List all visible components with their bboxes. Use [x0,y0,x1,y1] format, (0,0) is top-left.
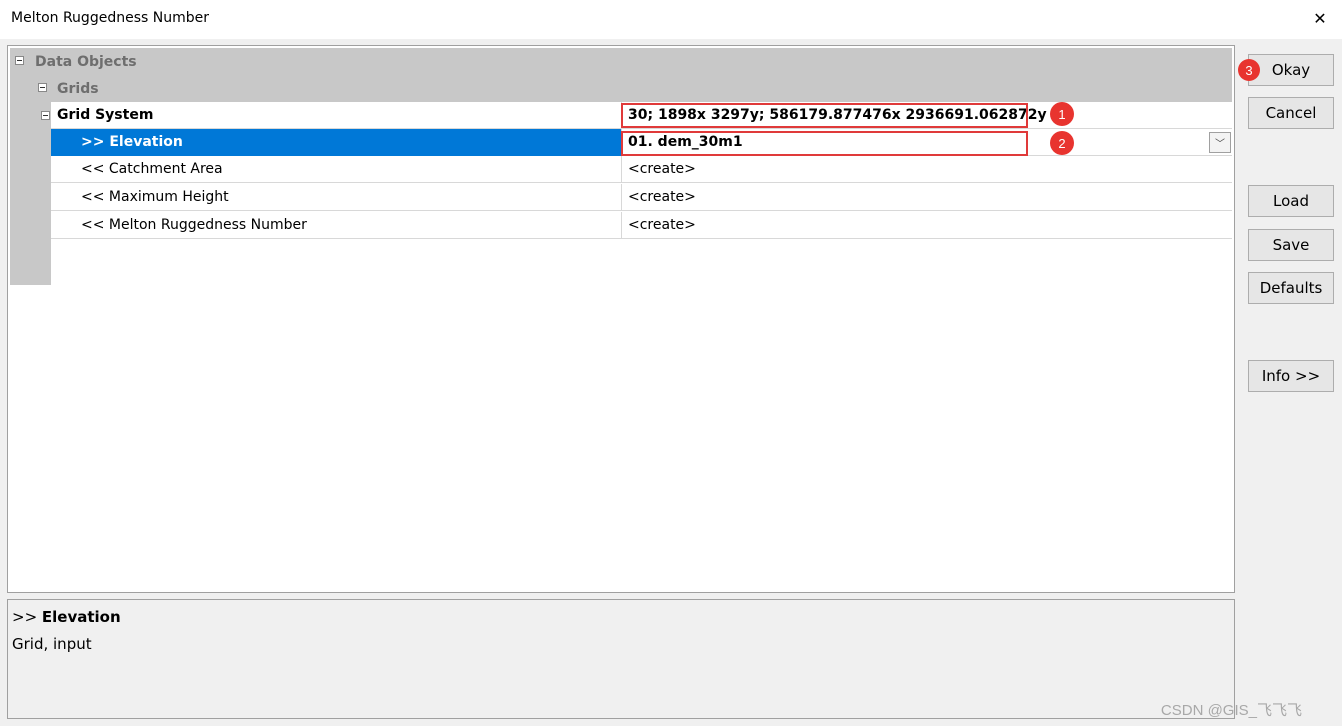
okay-button[interactable]: Okay [1248,54,1334,86]
melton-number-name-cell: << Melton Ruggedness Number [51,212,621,239]
elevation-name-cell: >> Elevation [51,129,621,156]
tree-gutter [10,149,51,285]
info-button[interactable]: Info >> [1248,360,1334,392]
maximum-height-row[interactable]: << Maximum Height <create> [51,184,1232,211]
description-title: >> Elevation [12,608,121,626]
annotation-badge-3: 3 [1238,59,1260,81]
maximum-height-value-cell[interactable]: <create> [621,184,1232,211]
watermark: CSDN @GIS_飞飞飞 [1160,702,1302,719]
load-button[interactable]: Load [1248,185,1334,217]
grid-system-label: Grid System [57,107,154,123]
defaults-button[interactable]: Defaults [1248,272,1334,304]
chevron-down-icon[interactable]: ﹀ [1209,132,1231,153]
annotation-box-grid-system [621,103,1028,128]
catchment-area-row[interactable]: << Catchment Area <create> [51,156,1232,183]
annotation-badge-1: 1 [1050,102,1074,126]
melton-number-value-cell[interactable]: <create> [621,212,1232,239]
catchment-area-value-cell[interactable]: <create> [621,156,1232,183]
cancel-button[interactable]: Cancel [1248,97,1334,129]
catchment-area-name-cell: << Catchment Area [51,156,621,183]
grid-system-name-cell: Grid System [41,102,621,129]
data-objects-label: Data Objects [35,54,137,70]
melton-number-value: <create> [628,217,696,233]
maximum-height-value: <create> [628,189,696,205]
grids-label: Grids [57,81,99,97]
data-objects-header[interactable]: Data Objects [10,48,1232,75]
description-prefix: >> [12,608,42,626]
description-panel: >> Elevation Grid, input [7,599,1235,719]
collapse-icon[interactable] [15,56,24,65]
elevation-label: >> Elevation [81,134,183,150]
catchment-area-value: <create> [628,161,696,177]
save-button[interactable]: Save [1248,229,1334,261]
close-icon[interactable]: ✕ [1310,8,1330,28]
annotation-badge-2: 2 [1050,131,1074,155]
description-text: Grid, input [12,635,92,653]
description-title-text: Elevation [41,608,121,626]
grids-header[interactable]: Grids [10,75,1232,102]
collapse-icon[interactable] [41,111,50,120]
window-title: Melton Ruggedness Number [11,10,209,26]
melton-number-row[interactable]: << Melton Ruggedness Number <create> [51,212,1232,239]
title-bar: Melton Ruggedness Number ✕ [0,0,1342,39]
collapse-icon[interactable] [38,83,47,92]
maximum-height-label: << Maximum Height [81,189,229,205]
annotation-box-elevation [621,131,1028,156]
tree-gutter-top [10,102,51,149]
catchment-area-label: << Catchment Area [81,161,223,177]
melton-number-label: << Melton Ruggedness Number [81,217,307,233]
maximum-height-name-cell: << Maximum Height [51,184,621,211]
